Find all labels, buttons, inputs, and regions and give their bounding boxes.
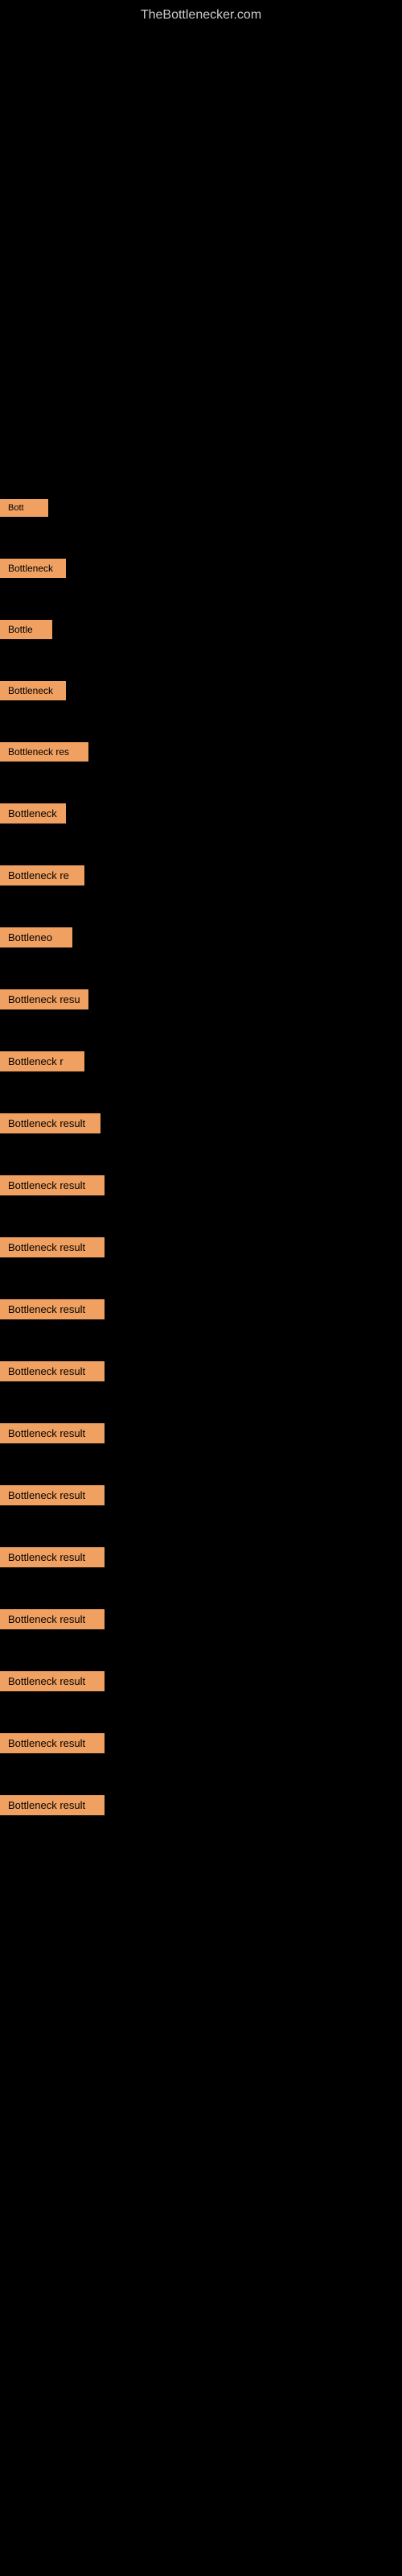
result-row: Bottleneck — [0, 803, 402, 824]
bottleneck-result-badge: Bottle — [0, 620, 52, 639]
result-row: Bottleneck result — [0, 1113, 402, 1133]
bottleneck-result-badge: Bottleneck result — [0, 1361, 105, 1381]
bottleneck-result-badge: Bottleneck result — [0, 1609, 105, 1629]
result-row: Bottleneck result — [0, 1237, 402, 1257]
bottleneck-result-badge: Bottleneck result — [0, 1175, 105, 1195]
result-row: Bottleneo — [0, 927, 402, 947]
result-row: Bottleneck result — [0, 1795, 402, 1815]
bottleneck-result-badge: Bottleneck result — [0, 1795, 105, 1815]
result-row: Bottleneck result — [0, 1423, 402, 1443]
bottleneck-result-badge: Bott — [0, 499, 48, 517]
site-title: TheBottlenecker.com — [0, 0, 402, 27]
result-row: Bott — [0, 499, 402, 517]
bottleneck-result-badge: Bottleneck result — [0, 1113, 100, 1133]
result-row: Bottleneck resu — [0, 989, 402, 1009]
bottleneck-result-badge: Bottleneck result — [0, 1485, 105, 1505]
bottleneck-result-badge: Bottleneck res — [0, 742, 88, 762]
bottleneck-result-badge: Bottleneck result — [0, 1671, 105, 1691]
result-row: Bottleneck result — [0, 1733, 402, 1753]
result-row: Bottleneck result — [0, 1175, 402, 1195]
result-row: Bottleneck result — [0, 1671, 402, 1691]
bottleneck-result-badge: Bottleneo — [0, 927, 72, 947]
result-row: Bottleneck — [0, 681, 402, 700]
bottleneck-result-badge: Bottleneck re — [0, 865, 84, 886]
chart-area — [0, 27, 402, 510]
bottleneck-result-badge: Bottleneck resu — [0, 989, 88, 1009]
bottleneck-result-badge: Bottleneck result — [0, 1547, 105, 1567]
result-row: Bottleneck r — [0, 1051, 402, 1071]
results-container: Bott Bottleneck Bottle Bottleneck Bottleneck… — [0, 499, 402, 1857]
bottleneck-result-badge: Bottleneck result — [0, 1733, 105, 1753]
bottleneck-result-badge: Bottleneck — [0, 559, 66, 578]
result-row: Bottleneck re — [0, 865, 402, 886]
result-row: Bottleneck result — [0, 1547, 402, 1567]
result-row: Bottleneck result — [0, 1361, 402, 1381]
bottleneck-result-badge: Bottleneck r — [0, 1051, 84, 1071]
bottleneck-result-badge: Bottleneck result — [0, 1237, 105, 1257]
result-row: Bottleneck — [0, 559, 402, 578]
result-row: Bottleneck result — [0, 1299, 402, 1319]
bottleneck-result-badge: Bottleneck result — [0, 1299, 105, 1319]
result-row: Bottle — [0, 620, 402, 639]
result-row: Bottleneck result — [0, 1485, 402, 1505]
bottleneck-result-badge: Bottleneck — [0, 681, 66, 700]
bottleneck-result-badge: Bottleneck — [0, 803, 66, 824]
bottleneck-result-badge: Bottleneck result — [0, 1423, 105, 1443]
result-row: Bottleneck result — [0, 1609, 402, 1629]
result-row: Bottleneck res — [0, 742, 402, 762]
